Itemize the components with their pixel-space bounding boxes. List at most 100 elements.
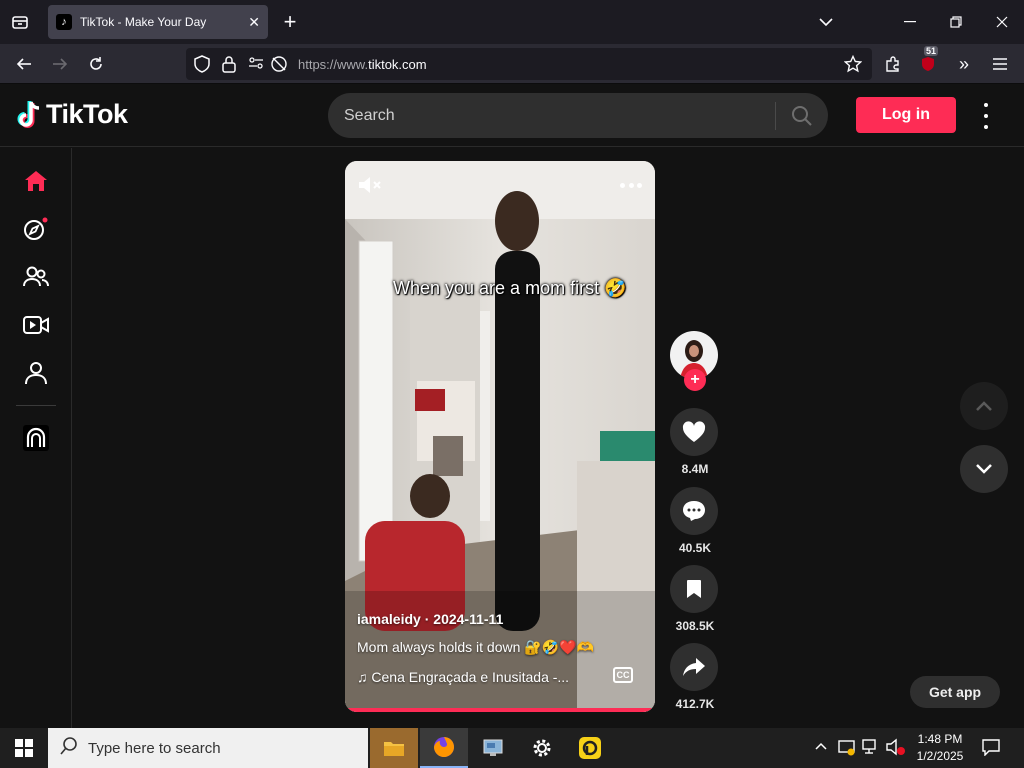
- extension-badge: 51: [924, 46, 939, 56]
- like-button[interactable]: [670, 408, 718, 456]
- share-button[interactable]: [670, 643, 718, 691]
- tray-time: 1:48 PM: [917, 732, 963, 746]
- more-tools-chevrons-icon[interactable]: »: [950, 50, 978, 78]
- minimize-window-icon[interactable]: [896, 8, 924, 36]
- tiktok-note-icon: [16, 100, 42, 130]
- comment-count: 40.5K: [678, 541, 712, 555]
- permissions-icon[interactable]: [248, 56, 264, 73]
- comment-icon: [683, 501, 705, 521]
- restore-window-icon[interactable]: [942, 8, 970, 36]
- ublock-extension-icon[interactable]: 51: [914, 46, 942, 78]
- share-arrow-icon: [683, 658, 705, 676]
- save-count: 308.5K: [675, 619, 715, 633]
- save-button[interactable]: [670, 565, 718, 613]
- profile-icon: [25, 362, 47, 385]
- video-music[interactable]: ♫ Cena Engraçada e Inusitada -...: [357, 669, 587, 685]
- firefox-icon[interactable]: [420, 728, 468, 768]
- heart-icon: [682, 421, 706, 442]
- close-tab-icon[interactable]: ✕: [248, 14, 260, 31]
- control-panel-icon[interactable]: [470, 728, 518, 768]
- browser-nav-bar: https://www.tiktok.com 51 »: [0, 44, 1024, 84]
- hamburger-menu-icon[interactable]: [986, 50, 1014, 78]
- tab-title: TikTok - Make Your Day: [80, 15, 207, 29]
- logo-text: TikTok: [46, 99, 128, 129]
- sidebar-item-home[interactable]: [20, 165, 52, 197]
- previous-video-button[interactable]: [960, 382, 1008, 430]
- follow-plus-icon[interactable]: +: [684, 369, 706, 391]
- taskbar-search-icon: [60, 737, 78, 759]
- tab-overview-icon[interactable]: [6, 8, 34, 36]
- tray-network-icon[interactable]: [862, 738, 880, 759]
- windows-start-icon[interactable]: [0, 728, 48, 768]
- video-description: Mom always holds it down 🔐🤣❤️🫶: [357, 639, 595, 655]
- browser-tab-tiktok[interactable]: ♪ TikTok - Make Your Day ✕: [48, 5, 268, 39]
- tray-chevron-up-icon[interactable]: [814, 740, 828, 754]
- tray-security-icon[interactable]: [838, 738, 856, 759]
- url-text[interactable]: https://www.tiktok.com: [298, 57, 427, 72]
- shield-icon[interactable]: [194, 55, 210, 76]
- close-window-icon[interactable]: [988, 8, 1016, 36]
- sidebar-item-explore[interactable]: [20, 213, 52, 245]
- tray-volume-muted-icon[interactable]: [886, 738, 906, 759]
- like-count: 8.4M: [681, 462, 709, 476]
- video-progress-fill: [345, 708, 652, 712]
- share-count: 412.7K: [675, 697, 715, 711]
- extensions-puzzle-icon[interactable]: [879, 50, 907, 78]
- video-player[interactable]: When you are a mom first 🤣 iamaleidy · 2…: [345, 161, 655, 712]
- explore-icon: [24, 217, 48, 240]
- comment-button[interactable]: [670, 487, 718, 535]
- video-progress-bar[interactable]: [345, 708, 655, 712]
- live-icon: [23, 316, 49, 334]
- taskbar-search-box[interactable]: Type here to search: [48, 728, 368, 768]
- mute-icon[interactable]: [357, 175, 383, 200]
- tiktok-logo[interactable]: TikTok: [16, 99, 128, 130]
- lock-icon[interactable]: [222, 55, 236, 76]
- autoplay-blocked-icon[interactable]: [270, 55, 288, 76]
- next-video-button[interactable]: [960, 445, 1008, 493]
- home-icon: [25, 171, 47, 191]
- search-bar[interactable]: Search: [328, 93, 828, 138]
- search-icon[interactable]: [776, 105, 828, 127]
- bookmark-star-icon[interactable]: [839, 50, 867, 78]
- video-date: 2024-11-11: [433, 611, 504, 627]
- sidebar-item-profile[interactable]: [20, 357, 52, 389]
- file-explorer-icon[interactable]: [370, 728, 418, 768]
- site-header: TikTok Search Log in: [0, 85, 1024, 147]
- tray-date: 1/2/2025: [916, 749, 964, 763]
- sidebar-divider: [16, 405, 56, 406]
- get-app-button[interactable]: Get app: [910, 676, 1000, 708]
- tray-clock[interactable]: 1:48 PM 1/2/2025: [910, 731, 970, 765]
- bookmark-icon: [687, 580, 701, 598]
- video-frame: [345, 161, 655, 712]
- sidebar-item-app[interactable]: [20, 422, 52, 454]
- pinned-app-icon[interactable]: [566, 728, 614, 768]
- search-input[interactable]: Search: [344, 107, 775, 125]
- tiktok-favicon-icon: ♪: [56, 14, 72, 30]
- video-overlay-caption: When you are a mom first 🤣: [393, 278, 627, 298]
- forward-arrow-icon[interactable]: [46, 50, 74, 78]
- video-more-options-icon[interactable]: [620, 175, 642, 195]
- video-author-date[interactable]: iamaleidy · 2024-11-11: [357, 611, 503, 627]
- chevron-down-icon: [976, 464, 992, 474]
- video-author[interactable]: iamaleidy: [357, 611, 421, 627]
- settings-gear-icon[interactable]: [518, 728, 566, 768]
- back-arrow-icon[interactable]: [10, 50, 38, 78]
- browser-tab-bar: ♪ TikTok - Make Your Day ✕ +: [0, 0, 1024, 44]
- app-logo-icon: [23, 425, 49, 451]
- sidebar-item-following[interactable]: [20, 261, 52, 293]
- new-tab-icon[interactable]: +: [276, 8, 304, 36]
- notification-center-icon[interactable]: [982, 738, 1000, 759]
- reload-icon[interactable]: [82, 50, 110, 78]
- more-options-icon[interactable]: [976, 103, 996, 129]
- taskbar-search-input[interactable]: Type here to search: [88, 740, 221, 757]
- address-bar[interactable]: https://www.tiktok.com: [186, 48, 872, 80]
- login-button[interactable]: Log in: [856, 97, 956, 133]
- sidebar-item-live[interactable]: [20, 309, 52, 341]
- list-tabs-chevron-icon[interactable]: [812, 8, 840, 36]
- music-title[interactable]: Cena Engraçada e Inusitada -...: [371, 669, 569, 685]
- chevron-up-icon: [976, 401, 992, 411]
- music-note-icon: ♫: [357, 669, 368, 685]
- windows-taskbar: Type here to search 1:48 PM 1/2/2025: [0, 728, 1024, 768]
- closed-captions-icon[interactable]: CC: [613, 667, 633, 683]
- left-sidebar: [0, 148, 72, 728]
